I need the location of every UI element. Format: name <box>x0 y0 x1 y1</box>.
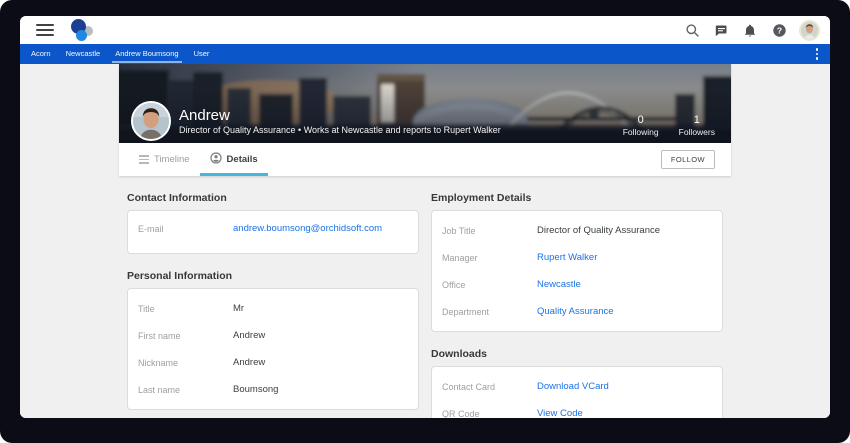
job-title-value: Director of Quality Assurance <box>537 225 660 236</box>
menu-icon[interactable] <box>36 24 54 36</box>
breadcrumb-item-acorn[interactable]: Acorn <box>28 44 54 64</box>
followers-label: Followers <box>679 127 715 138</box>
svg-text:?: ? <box>776 25 781 35</box>
followers-stat[interactable]: 1 Followers <box>679 114 715 138</box>
breadcrumb-item-andrew-boumsong[interactable]: Andrew Boumsong <box>112 44 181 64</box>
top-app-bar: ? <box>20 16 830 44</box>
profile-subtitle: Director of Quality Assurance • Works at… <box>179 124 501 136</box>
job-title-label: Job Title <box>432 226 537 236</box>
last-name-row: Last name Boumsong <box>128 376 418 403</box>
downloads-title: Downloads <box>431 348 723 360</box>
department-row: Department Quality Assurance <box>432 298 722 325</box>
first-name-value: Andrew <box>233 330 265 341</box>
contact-card-label: Contact Card <box>432 382 537 392</box>
user-avatar[interactable] <box>799 20 820 41</box>
followers-count: 1 <box>679 114 715 127</box>
following-count: 0 <box>623 114 659 127</box>
profile-avatar <box>131 101 171 141</box>
screenshot-frame: ? Acorn Newcastle Andrew Boumsong User <box>0 0 850 443</box>
breadcrumb-item-newcastle[interactable]: Newcastle <box>63 44 104 64</box>
email-label: E-mail <box>128 224 233 234</box>
email-link[interactable]: andrew.boumsong@orchidsoft.com <box>233 223 382 234</box>
following-stat[interactable]: 0 Following <box>623 114 659 138</box>
employment-details-card: Job Title Director of Quality Assurance … <box>431 210 723 332</box>
office-link[interactable]: Newcastle <box>537 279 581 290</box>
email-row: E-mail andrew.boumsong@orchidsoft.com <box>128 215 418 242</box>
profile-header-card: Andrew Director of Quality Assurance • W… <box>119 64 731 176</box>
manager-link[interactable]: Rupert Walker <box>537 252 597 263</box>
title-value: Mr <box>233 303 244 314</box>
manager-row: Manager Rupert Walker <box>432 244 722 271</box>
person-circle-icon <box>210 151 222 169</box>
nickname-label: Nickname <box>128 358 233 368</box>
left-column: Contact Information E-mail andrew.boumso… <box>127 176 419 418</box>
downloads-card: Contact Card Download VCard QR Code View… <box>431 366 723 418</box>
personal-information-card: Title Mr First name Andrew Nickname Andr… <box>127 288 419 410</box>
office-row: Office Newcastle <box>432 271 722 298</box>
contact-information-card: E-mail andrew.boumsong@orchidsoft.com <box>127 210 419 254</box>
timeline-icon <box>139 155 149 164</box>
title-label: Title <box>128 304 233 314</box>
tab-timeline-label: Timeline <box>154 154 190 165</box>
last-name-value: Boumsong <box>233 384 278 395</box>
app-window: ? Acorn Newcastle Andrew Boumsong User <box>20 16 830 418</box>
profile-banner-image: Andrew Director of Quality Assurance • W… <box>119 64 731 143</box>
department-label: Department <box>432 307 537 317</box>
follow-button[interactable]: FOLLOW <box>661 150 715 169</box>
contact-information-title: Contact Information <box>127 192 419 204</box>
search-icon[interactable] <box>683 21 701 39</box>
tab-details[interactable]: Details <box>200 143 268 176</box>
qr-code-row: QR Code View Code <box>432 400 722 418</box>
last-name-label: Last name <box>128 385 233 395</box>
download-vcard-link[interactable]: Download VCard <box>537 381 609 392</box>
employment-details-title: Employment Details <box>431 192 723 204</box>
view-code-link[interactable]: View Code <box>537 408 583 418</box>
chat-icon[interactable] <box>712 21 730 39</box>
office-label: Office <box>432 280 537 290</box>
nickname-value: Andrew <box>233 357 265 368</box>
following-label: Following <box>623 127 659 138</box>
tab-timeline[interactable]: Timeline <box>129 143 200 176</box>
job-title-row: Job Title Director of Quality Assurance <box>432 217 722 244</box>
profile-name: Andrew <box>179 107 501 124</box>
manager-label: Manager <box>432 253 537 263</box>
personal-information-title: Personal Information <box>127 270 419 282</box>
app-logo <box>70 17 96 43</box>
title-row: Title Mr <box>128 295 418 322</box>
page-content: Andrew Director of Quality Assurance • W… <box>20 64 830 418</box>
breadcrumb-item-user[interactable]: User <box>191 44 213 64</box>
breadcrumb-bar: Acorn Newcastle Andrew Boumsong User <box>20 44 830 64</box>
right-column: Employment Details Job Title Director of… <box>431 176 723 418</box>
department-link[interactable]: Quality Assurance <box>537 306 614 317</box>
contact-card-row: Contact Card Download VCard <box>432 373 722 400</box>
tab-details-label: Details <box>227 154 258 165</box>
qr-code-label: QR Code <box>432 409 537 419</box>
more-options-icon[interactable] <box>812 47 822 61</box>
first-name-row: First name Andrew <box>128 322 418 349</box>
first-name-label: First name <box>128 331 233 341</box>
help-icon[interactable]: ? <box>770 21 788 39</box>
nickname-row: Nickname Andrew <box>128 349 418 376</box>
notifications-icon[interactable] <box>741 21 759 39</box>
profile-tabbar: Timeline Details FOLLOW <box>119 143 731 176</box>
